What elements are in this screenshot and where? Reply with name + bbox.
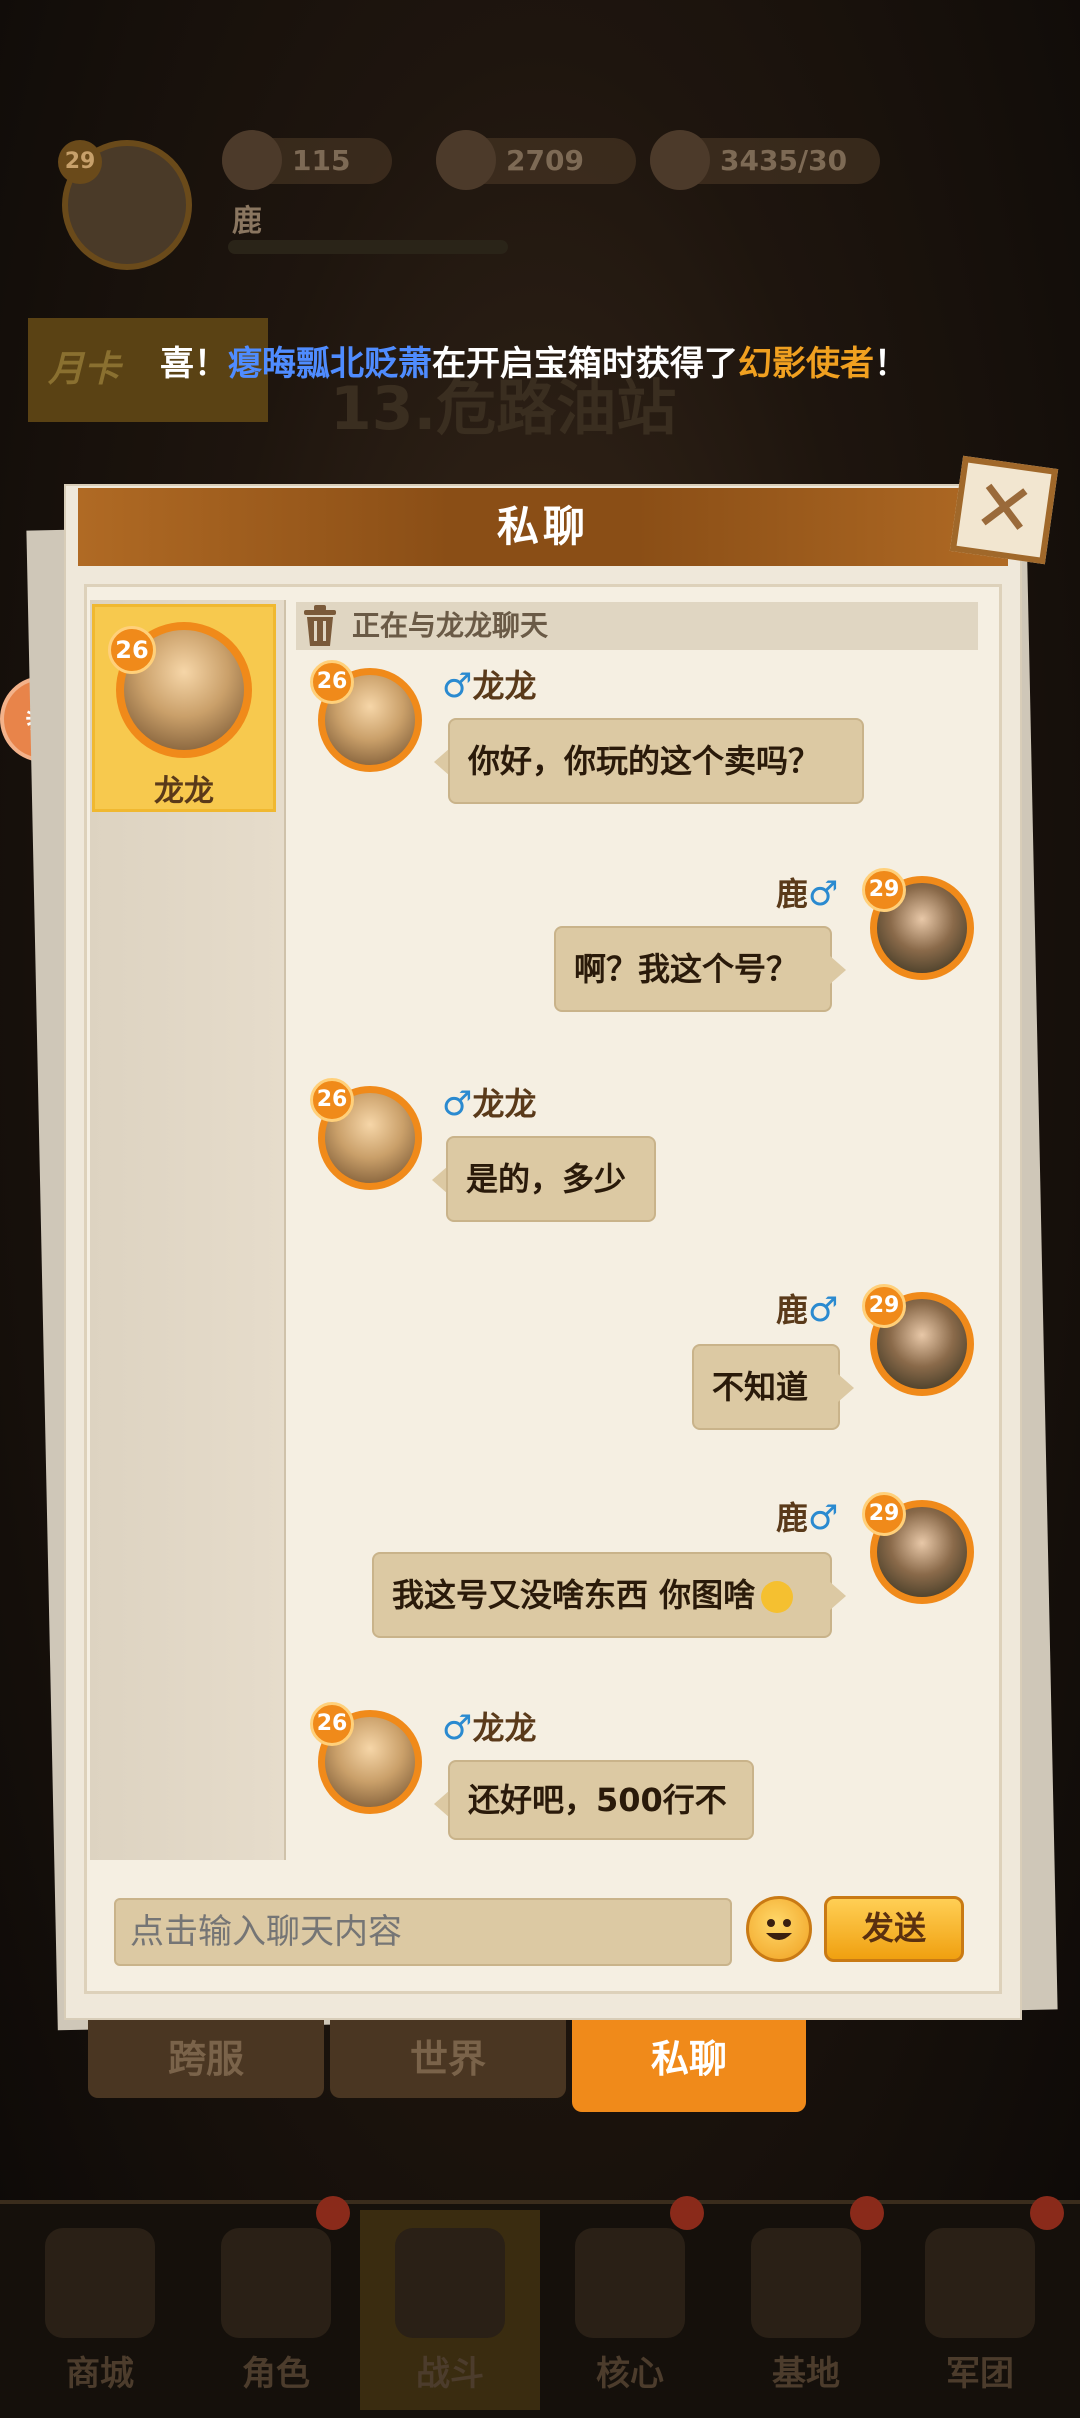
marquee-prefix: 喜！ <box>160 344 228 384</box>
gem-icon <box>222 130 282 190</box>
shield-icon <box>925 2228 1035 2338</box>
crossed-guns-icon <box>395 2228 505 2338</box>
sender-name: ♂龙龙 <box>442 666 537 706</box>
notification-dot <box>1030 2196 1064 2230</box>
message-bubble: 不知道 <box>692 1344 840 1430</box>
sender-name-text: 龙龙 <box>472 1085 537 1123</box>
sender-level-badge: 26 <box>310 1078 354 1122</box>
nav-label: 基地 <box>772 2354 840 2394</box>
nav-label: 核心 <box>596 2354 664 2394</box>
nav-base[interactable]: 基地 <box>716 2210 896 2410</box>
male-icon: ♂ <box>442 1084 473 1124</box>
contact-level-badge: 26 <box>108 626 156 674</box>
close-icon: ✕ <box>968 462 1040 554</box>
player-name: 鹿 <box>232 204 262 239</box>
chat-with-label: 正在与龙龙聊天 <box>352 609 549 642</box>
send-button[interactable]: 发送 <box>824 1896 964 1962</box>
shop-icon <box>45 2228 155 2338</box>
nav-label: 角色 <box>242 2354 310 2394</box>
bubble-tail <box>830 956 846 984</box>
message-bubble: 是的，多少 <box>446 1136 656 1222</box>
marquee-player-name: 瘪晦瓢北贬萧 <box>228 344 432 384</box>
self-name: 鹿♂ <box>776 874 839 914</box>
self-level-badge: 29 <box>862 1492 906 1536</box>
meat-icon <box>650 130 710 190</box>
self-name-text: 鹿 <box>776 1291 809 1329</box>
smiley-icon <box>766 1919 792 1940</box>
self-name: 鹿♂ <box>776 1498 839 1538</box>
bubble-tail <box>838 1374 854 1402</box>
core-icon <box>575 2228 685 2338</box>
close-button[interactable]: ✕ <box>949 455 1059 565</box>
tab-world[interactable]: 世界 <box>330 2020 566 2098</box>
coin-counter[interactable]: 2709 <box>436 130 636 190</box>
xp-bar <box>228 240 508 254</box>
nav-shop[interactable]: 商城 <box>10 2210 190 2410</box>
self-name-text: 鹿 <box>776 1499 809 1537</box>
male-icon: ♂ <box>442 666 473 706</box>
nav-label: 军团 <box>946 2354 1014 2394</box>
male-icon: ♂ <box>808 1498 839 1538</box>
gem-counter[interactable]: 115 <box>222 130 392 190</box>
stamina-value: 3435/30 <box>720 144 848 177</box>
sender-name-text: 龙龙 <box>472 667 537 705</box>
message-bubble: 还好吧，500行不 <box>448 1760 754 1840</box>
tab-cross-server[interactable]: 跨服 <box>88 2020 324 2098</box>
player-level-badge: 29 <box>58 140 102 184</box>
gem-value: 115 <box>292 144 351 177</box>
marquee-item-name: 幻影使者 <box>738 344 874 384</box>
nav-label: 商城 <box>66 2354 134 2394</box>
smirk-emoji-icon <box>761 1581 794 1613</box>
self-name: 鹿♂ <box>776 1290 839 1330</box>
bubble-tail <box>830 1582 846 1610</box>
notification-dot <box>670 2196 704 2230</box>
nav-legion[interactable]: 军团 <box>890 2210 1070 2410</box>
self-level-badge: 29 <box>862 868 906 912</box>
marquee-text: 在开启宝箱时获得了 <box>432 344 738 384</box>
chat-input[interactable] <box>114 1898 732 1966</box>
sender-name: ♂龙龙 <box>442 1708 537 1748</box>
male-icon: ♂ <box>808 1290 839 1330</box>
nav-battle[interactable]: 战斗 <box>360 2210 540 2410</box>
self-name-text: 鹿 <box>776 875 809 913</box>
sender-name-text: 龙龙 <box>472 1709 537 1747</box>
dialog-title: 私聊 <box>496 502 589 551</box>
base-icon <box>751 2228 861 2338</box>
coin-value: 2709 <box>506 144 584 177</box>
message-text: 我这号又没啥东西 你图啥 <box>392 1576 756 1614</box>
male-icon: ♂ <box>808 874 839 914</box>
marquee-suffix: ！ <box>874 344 908 384</box>
sender-level-badge: 26 <box>310 1702 354 1746</box>
coin-icon <box>436 130 496 190</box>
self-level-badge: 29 <box>862 1284 906 1328</box>
nav-core[interactable]: 核心 <box>540 2210 720 2410</box>
sender-level-badge: 26 <box>310 660 354 704</box>
broadcast-marquee: 喜！瘪晦瓢北贬萧在开启宝箱时获得了幻影使者！ <box>160 336 920 392</box>
stamina-counter[interactable]: 3435/30 <box>650 130 880 190</box>
character-icon <box>221 2228 331 2338</box>
nav-label: 战斗 <box>416 2354 484 2394</box>
message-bubble: 啊？我这个号？ <box>554 926 832 1012</box>
tab-private-chat[interactable]: 私聊 <box>572 2020 806 2112</box>
notification-dot <box>316 2196 350 2230</box>
contact-name: 龙龙 <box>154 774 214 809</box>
sender-name: ♂龙龙 <box>442 1084 537 1124</box>
message-bubble: 你好，你玩的这个卖吗？ <box>448 718 864 804</box>
emoji-button[interactable] <box>746 1896 812 1962</box>
trash-icon[interactable] <box>300 604 340 648</box>
message-bubble: 我这号又没啥东西 你图啥 <box>372 1552 832 1638</box>
male-icon: ♂ <box>442 1708 473 1748</box>
nav-character[interactable]: 角色 <box>186 2210 366 2410</box>
notification-dot <box>850 2196 884 2230</box>
